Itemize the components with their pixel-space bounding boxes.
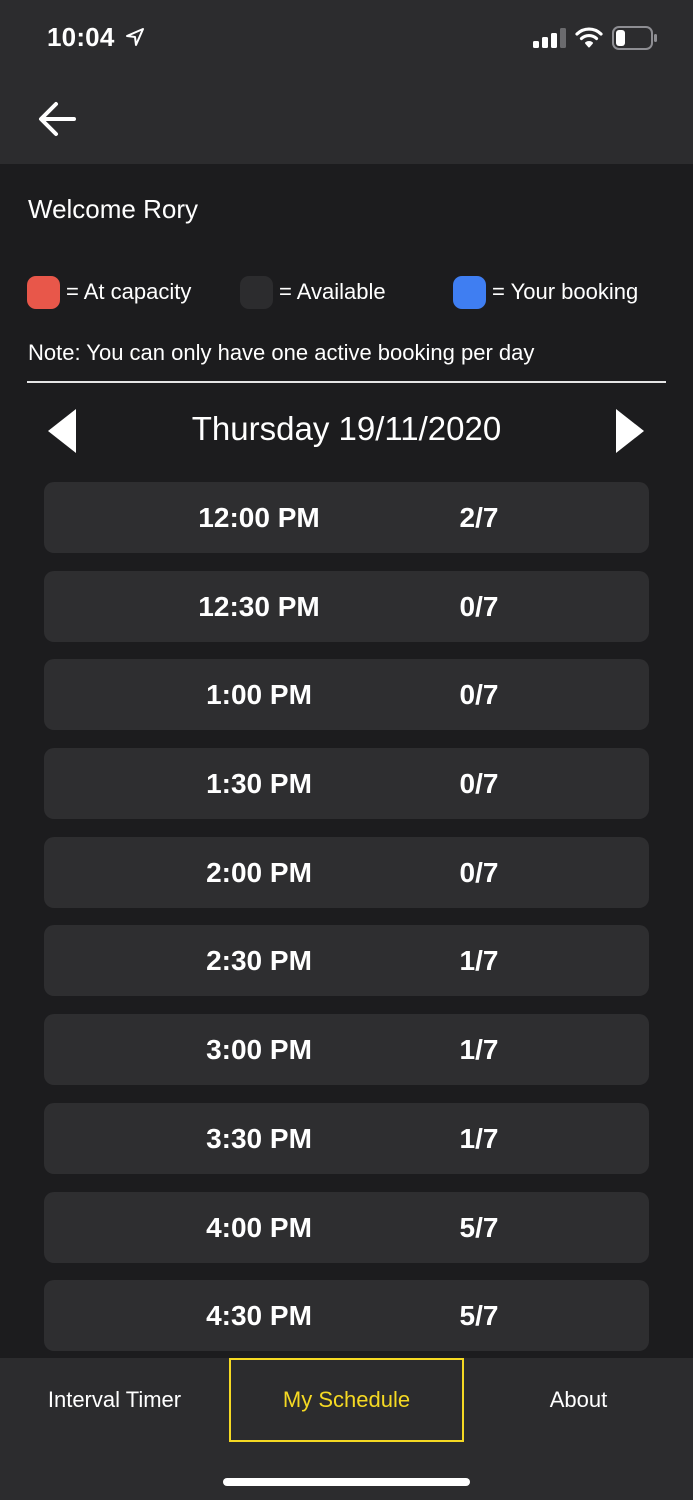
slot-time: 12:30 PM [198,590,320,622]
time-slot[interactable]: 1:30 PM 0/7 [44,748,649,820]
available-swatch [240,275,273,309]
slot-time: 2:00 PM [206,856,312,888]
battery-icon [612,26,657,50]
time-slot[interactable]: 2:00 PM 0/7 [44,836,649,908]
slot-capacity: 5/7 [459,1211,499,1243]
slot-capacity: 0/7 [459,679,499,711]
header-bar: 10:04 [0,0,693,164]
time-slot[interactable]: 4:30 PM 5/7 [44,1280,649,1352]
time-slot[interactable]: 12:00 PM 2/7 [44,482,649,553]
booking-swatch [453,275,486,309]
time-slot[interactable]: 4:00 PM 5/7 [44,1191,649,1263]
slot-time: 3:30 PM [206,1122,312,1154]
slot-capacity: 1/7 [459,1122,499,1154]
slot-capacity: 0/7 [459,768,499,800]
slot-time: 12:00 PM [198,502,320,533]
back-arrow-icon[interactable] [32,96,82,142]
bottom-tab-bar: Interval Timer My Schedule About [0,1358,693,1500]
slot-time: 4:00 PM [206,1211,312,1243]
divider [27,381,666,383]
tab-interval-timer[interactable]: Interval Timer [0,1358,229,1442]
time-slot[interactable]: 12:30 PM 0/7 [44,570,649,642]
time-slot[interactable]: 2:30 PM 1/7 [44,925,649,997]
capacity-swatch [27,275,60,309]
slot-time: 1:30 PM [206,768,312,800]
home-indicator[interactable] [223,1478,470,1486]
tab-about[interactable]: About [464,1358,693,1442]
slot-capacity: 2/7 [459,502,499,533]
legend-available-label: = Available [279,279,386,304]
tab-my-schedule[interactable]: My Schedule [229,1358,464,1442]
wifi-icon [575,27,603,48]
welcome-text: Welcome Rory [28,194,199,224]
next-day-icon[interactable] [614,408,646,454]
legend-at-capacity: = At capacity [27,275,191,309]
cellular-signal-icon [533,28,566,48]
time-slot[interactable]: 1:00 PM 0/7 [44,659,649,731]
slot-time: 1:00 PM [206,679,312,711]
slot-time: 2:30 PM [206,945,312,977]
legend-booking-label: = Your booking [492,279,639,304]
date-label: Thursday 19/11/2020 [191,410,502,447]
legend-available: = Available [240,275,386,309]
slot-time: 3:00 PM [206,1034,312,1066]
time-slot[interactable]: 3:30 PM 1/7 [44,1102,649,1174]
time-slot-list: 12:00 PM 2/7 12:30 PM 0/7 1:00 PM 0/7 1:30 … [44,482,649,1369]
slot-capacity: 1/7 [459,1034,499,1066]
legend-your-booking: = Your booking [453,275,638,309]
slot-capacity: 5/7 [459,1300,499,1332]
location-arrow-icon [126,28,144,46]
status-time: 10:04 [47,22,115,52]
slot-capacity: 1/7 [459,945,499,977]
slot-capacity: 0/7 [459,590,499,622]
booking-note: Note: You can only have one active booki… [28,340,535,365]
slot-time: 4:30 PM [206,1300,312,1332]
slot-capacity: 0/7 [459,856,499,888]
time-slot[interactable]: 3:00 PM 1/7 [44,1014,649,1086]
legend-capacity-label: = At capacity [66,279,192,304]
